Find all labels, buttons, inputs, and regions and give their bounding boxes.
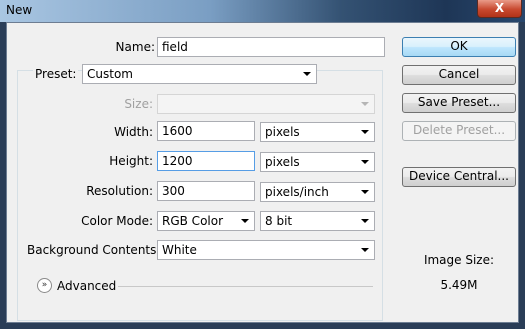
width-value: 1600 xyxy=(162,124,193,138)
size-label: Size: xyxy=(124,97,153,111)
resolution-field[interactable]: 300 xyxy=(157,181,255,201)
chevron-down-icon xyxy=(361,160,369,164)
bit-depth-dropdown[interactable]: 8 bit xyxy=(260,211,375,231)
name-value: field xyxy=(162,40,188,54)
width-field[interactable]: 1600 xyxy=(157,121,255,141)
title-bar[interactable]: New X xyxy=(0,0,525,22)
dialog-window: New X Name: field Preset: Custom Size: W… xyxy=(0,0,525,329)
close-button[interactable]: X xyxy=(477,0,522,18)
resolution-label: Resolution: xyxy=(86,184,153,198)
preset-value: Custom xyxy=(87,67,133,81)
width-label: Width: xyxy=(114,125,153,139)
chevron-down-icon xyxy=(303,72,311,76)
height-unit-value: pixels xyxy=(265,155,300,169)
chevron-down-icon xyxy=(361,248,369,252)
name-label: Name: xyxy=(115,40,155,54)
height-label: Height: xyxy=(109,154,153,168)
preset-dropdown[interactable]: Custom xyxy=(82,64,317,84)
chevron-down-icon xyxy=(241,219,249,223)
delete-preset-button[interactable]: Delete Preset... xyxy=(402,121,516,141)
resolution-unit-value: pixels/inch xyxy=(265,185,329,199)
size-dropdown[interactable] xyxy=(157,94,375,114)
height-field[interactable]: 1200 xyxy=(157,151,255,171)
height-value: 1200 xyxy=(162,154,193,168)
image-size-label: Image Size: xyxy=(423,253,495,267)
background-value: White xyxy=(162,243,197,257)
expand-toggle-icon[interactable]: » xyxy=(37,278,52,293)
image-size-value: 5.49M xyxy=(440,278,478,292)
chevron-down-icon xyxy=(361,130,369,134)
width-unit-value: pixels xyxy=(265,125,300,139)
save-preset-button[interactable]: Save Preset... xyxy=(402,93,516,113)
preset-label: Preset: xyxy=(33,67,79,81)
device-central-button[interactable]: Device Central... xyxy=(402,167,516,187)
resolution-unit-dropdown[interactable]: pixels/inch xyxy=(260,182,375,202)
bit-depth-value: 8 bit xyxy=(265,214,293,228)
close-icon: X xyxy=(494,1,505,15)
advanced-divider xyxy=(118,286,373,287)
chevron-down-icon xyxy=(361,190,369,194)
color-mode-dropdown[interactable]: RGB Color xyxy=(157,211,255,231)
window-title: New xyxy=(6,3,33,17)
ok-button[interactable]: OK xyxy=(402,37,516,57)
chevron-down-icon xyxy=(361,219,369,223)
resolution-value: 300 xyxy=(162,184,185,198)
background-dropdown[interactable]: White xyxy=(157,240,375,260)
chevron-down-icon xyxy=(361,102,369,106)
name-field[interactable]: field xyxy=(157,37,385,57)
color-mode-label: Color Mode: xyxy=(81,214,153,228)
advanced-label[interactable]: Advanced xyxy=(57,279,116,293)
cancel-button[interactable]: Cancel xyxy=(402,65,516,85)
color-mode-value: RGB Color xyxy=(162,214,224,228)
width-unit-dropdown[interactable]: pixels xyxy=(260,122,375,142)
background-label: Background Contents: xyxy=(27,243,161,257)
dialog-body: Name: field Preset: Custom Size: Width: … xyxy=(6,22,519,323)
height-unit-dropdown[interactable]: pixels xyxy=(260,152,375,172)
